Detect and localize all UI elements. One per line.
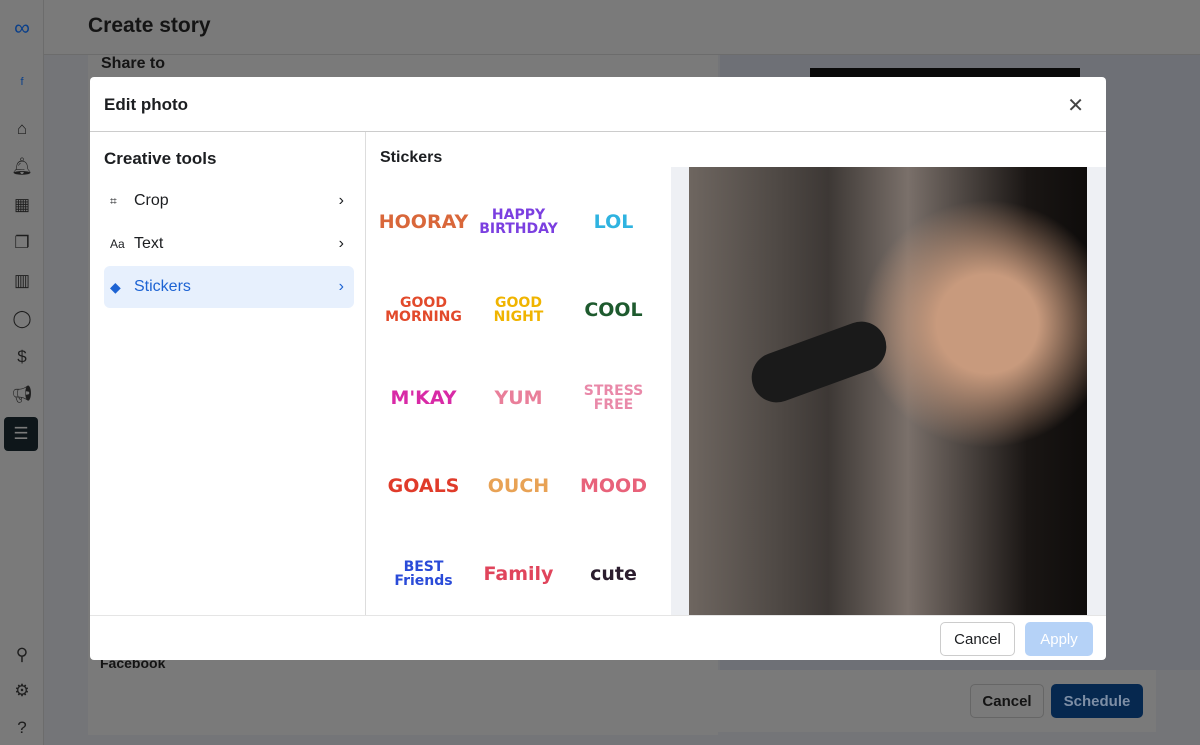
schedule-button[interactable]: Schedule [1051,684,1143,718]
tool-crop[interactable]: ⌗ Crop › [104,180,354,222]
sticker-cute[interactable]: cute [566,544,661,604]
stickers-panel: Stickers HOORAY HAPPY BIRTHDAY LOL GOOD MOR… [366,132,671,615]
gear-icon[interactable]: ⚙ [8,677,36,705]
text-icon: Aa [110,237,125,251]
sticker-m-kay[interactable]: M'KAY [376,368,471,428]
help-icon[interactable]: ? [8,714,36,742]
dialog-footer: Cancel Apply [90,615,1106,660]
chevron-right-icon: › [338,192,344,209]
creative-tools-title: Creative tools [104,149,217,168]
sidebar: ∞ f ⌂ 🔔︎ ▦ ❐ ▥ ◯ $ 📢︎ ☰ ⚲ ⚙ ? [0,0,44,745]
sticker-lol[interactable]: LOL [566,192,661,252]
tool-label: Text [134,235,164,252]
insights-icon[interactable]: ▥ [8,267,36,295]
calendar-icon[interactable]: ▦ [8,191,36,219]
sticker-grid: HOORAY HAPPY BIRTHDAY LOL GOOD MORNING GOOD … [376,192,661,604]
tool-stickers[interactable]: ◆ Stickers › [104,266,354,308]
facebook-page-icon[interactable]: f [8,68,36,96]
stickers-title: Stickers [380,149,443,166]
page-cancel-button[interactable]: Cancel [970,684,1044,718]
sticker-good-morning[interactable]: GOOD MORNING [376,280,471,340]
share-to-label: Share to [101,55,166,72]
sticker-yum[interactable]: YUM [471,368,566,428]
photo [689,167,1087,615]
sticker-cool[interactable]: COOL [566,280,661,340]
tool-label: Stickers [134,278,191,295]
edit-photo-dialog: Edit photo ✕ Creative tools ⌗ Crop › Aa Tex… [90,77,1106,660]
bell-icon[interactable]: 🔔︎ [8,153,36,181]
dialog-title: Edit photo [104,95,189,114]
sticker-stress-free[interactable]: STRESS FREE [566,368,661,428]
chevron-right-icon: › [338,278,344,295]
menu-icon[interactable]: ☰ [4,417,38,451]
cancel-button[interactable]: Cancel [940,622,1015,656]
tool-text[interactable]: Aa Text › [104,223,354,265]
search-icon[interactable]: ⚲ [8,641,36,669]
sticker-ouch[interactable]: OUCH [471,456,566,516]
tool-label: Crop [134,192,169,209]
page-title: Create story [88,14,211,37]
sticker-family[interactable]: Family [471,544,566,604]
close-icon[interactable]: ✕ [1067,93,1084,118]
photo-canvas [671,167,1106,615]
crop-icon: ⌗ [110,193,117,208]
sticker-icon: ◆ [110,278,121,295]
content-icon[interactable]: ❐ [8,229,36,257]
dollar-icon[interactable]: $ [8,343,36,371]
megaphone-icon[interactable]: 📢︎ [8,381,36,409]
sticker-good-night[interactable]: GOOD NIGHT [471,280,566,340]
top-bar [44,0,1200,55]
sticker-goals[interactable]: GOALS [376,456,471,516]
meta-logo-icon[interactable]: ∞ [8,14,36,42]
microphone-image [744,314,894,410]
home-icon[interactable]: ⌂ [8,115,36,143]
chevron-right-icon: › [338,235,344,252]
chat-icon[interactable]: ◯ [8,305,36,333]
sticker-happy-birthday[interactable]: HAPPY BIRTHDAY [471,192,566,252]
sticker-hooray[interactable]: HOORAY [376,192,471,252]
creative-tools-panel: Creative tools ⌗ Crop › Aa Text › ◆ Stickers › [90,132,366,615]
sticker-best-friends[interactable]: BEST Friends [376,544,471,604]
sticker-mood[interactable]: MOOD [566,456,661,516]
apply-button[interactable]: Apply [1025,622,1093,656]
